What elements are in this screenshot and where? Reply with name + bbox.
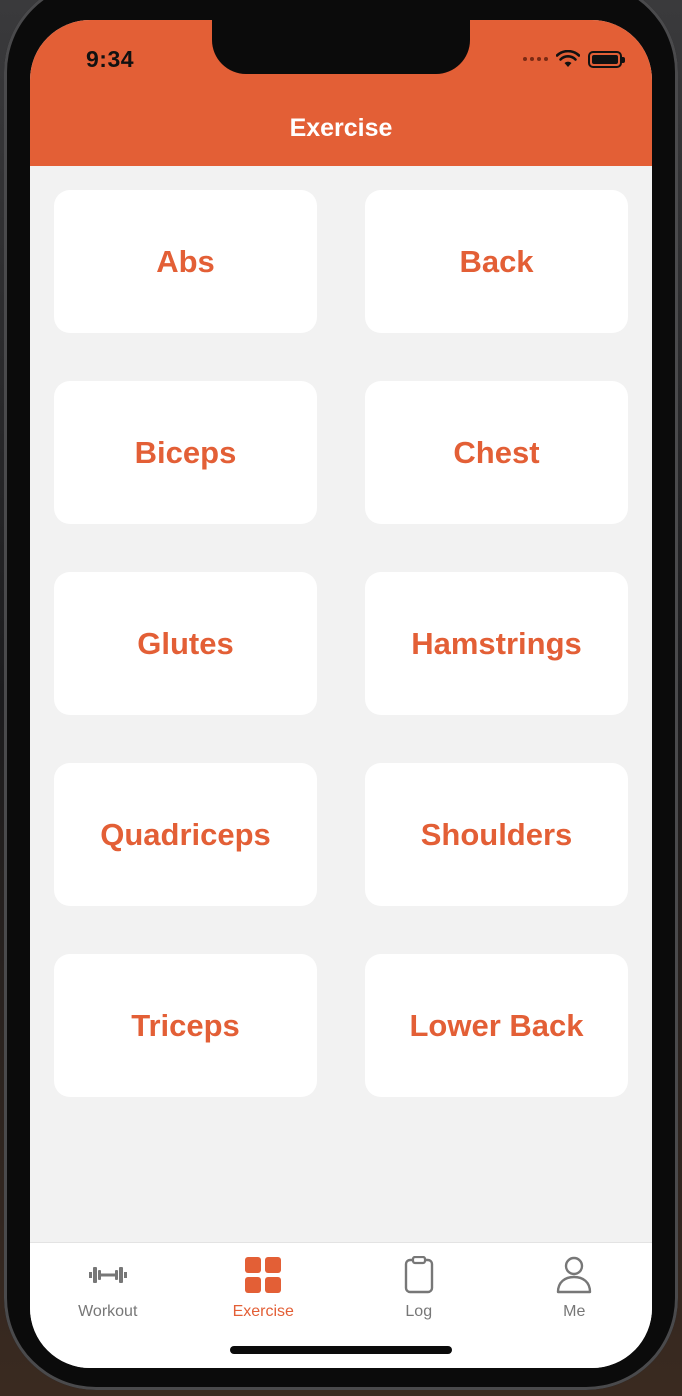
category-card-triceps[interactable]: Triceps: [54, 954, 317, 1097]
category-card-quadriceps[interactable]: Quadriceps: [54, 763, 317, 906]
nav-header: 9:34 Exercise: [30, 20, 652, 166]
status-time: 9:34: [86, 46, 135, 72]
category-card-abs[interactable]: Abs: [54, 190, 317, 333]
category-card-chest[interactable]: Chest: [365, 381, 628, 524]
tab-label: Workout: [78, 1303, 138, 1320]
tab-label: Log: [405, 1303, 433, 1320]
category-card-glutes[interactable]: Glutes: [54, 572, 317, 715]
dumbbell-icon: [86, 1255, 130, 1295]
tab-workout[interactable]: Workout: [30, 1243, 186, 1368]
tab-label: Me: [563, 1303, 586, 1320]
category-card-lower-back[interactable]: Lower Back: [365, 954, 628, 1097]
category-card-back[interactable]: Back: [365, 190, 628, 333]
wifi-icon: [556, 50, 580, 67]
tab-me[interactable]: Me: [497, 1243, 653, 1368]
home-indicator[interactable]: [230, 1346, 452, 1354]
grid-icon: [241, 1255, 285, 1295]
status-icons: [523, 50, 625, 68]
category-card-shoulders[interactable]: Shoulders: [365, 763, 628, 906]
category-card-hamstrings[interactable]: Hamstrings: [365, 572, 628, 715]
tab-label: Exercise: [232, 1303, 294, 1320]
battery-icon: [588, 50, 625, 68]
person-icon: [552, 1255, 596, 1295]
device-notch: [212, 20, 470, 74]
category-grid: Abs Back Biceps Chest Glutes Hamstrings …: [54, 190, 628, 1097]
app-screen: 9:34 Exercise Abs Back Biceps Chest Glut…: [30, 20, 652, 1368]
clipboard-icon: [397, 1255, 441, 1295]
category-card-biceps[interactable]: Biceps: [54, 381, 317, 524]
cellular-signal-icon: [523, 57, 548, 61]
page-title: Exercise: [289, 114, 393, 142]
